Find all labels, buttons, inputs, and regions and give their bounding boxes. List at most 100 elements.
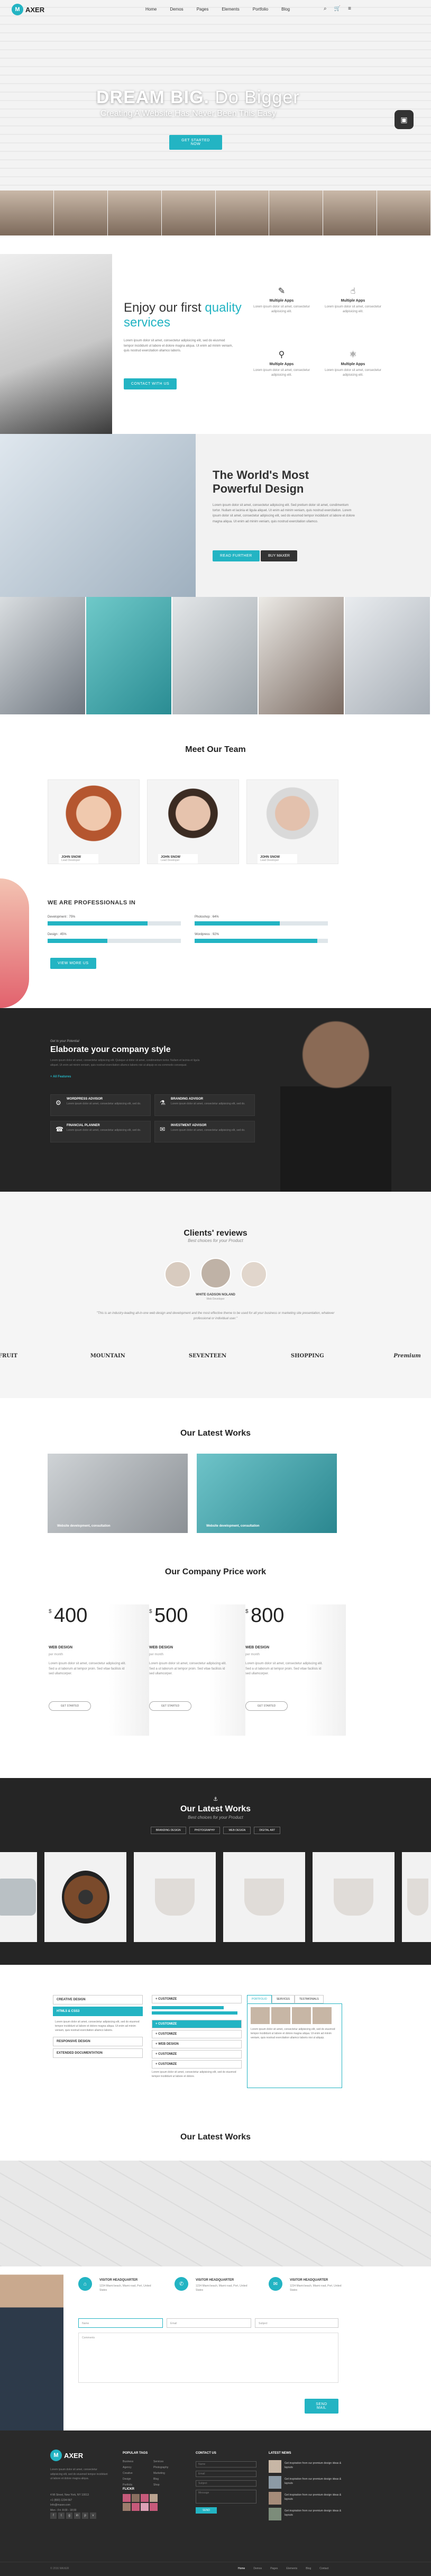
footer-link[interactable]: Shop	[153, 2482, 168, 2488]
flickr-thumb[interactable]	[141, 2494, 149, 2502]
footer-link[interactable]: Agency	[123, 2465, 133, 2471]
avatar[interactable]	[240, 1261, 267, 1287]
vimeo-icon[interactable]: v	[90, 2512, 96, 2519]
cart-icon[interactable]: 🛒	[334, 6, 341, 12]
flickr-thumb[interactable]	[150, 2494, 158, 2502]
footer-menu-item[interactable]: Home	[238, 2567, 245, 2570]
team-card[interactable]: JOHN SNOW Lead Developer	[246, 779, 338, 864]
get-started-button[interactable]: GET STARTED	[149, 1701, 191, 1711]
gallery-photo[interactable]	[259, 597, 345, 714]
news-item[interactable]: Get inspiration from our premium design …	[269, 2508, 348, 2521]
get-started-button[interactable]: GET STARTED NOW	[169, 135, 222, 150]
filter-photography[interactable]: PHOTOGRAPHY	[189, 1827, 221, 1834]
news-item[interactable]: Get inspiration from our premium design …	[269, 2476, 348, 2490]
tab-portfolio[interactable]: PORTFOLIO	[247, 1995, 272, 2003]
team-card[interactable]: JOHN SNOW Lead Developer	[48, 779, 140, 864]
gallery-photo[interactable]	[345, 597, 431, 714]
flickr-thumb[interactable]	[132, 2494, 140, 2502]
facebook-icon[interactable]: f	[50, 2512, 57, 2519]
footer-menu-item[interactable]: Demos	[253, 2567, 262, 2570]
news-item[interactable]: Get inspiration from our premium design …	[269, 2492, 348, 2506]
filter-digital-art[interactable]: DIGITAL ART	[254, 1827, 281, 1834]
accordion-item[interactable]: RESPONSIVE DESIGN	[53, 2037, 143, 2046]
work-item[interactable]: Website development, consultation	[48, 1454, 188, 1533]
product-item[interactable]	[44, 1852, 126, 1942]
news-item[interactable]: Get inspiration from our premium design …	[269, 2460, 348, 2474]
footer-link[interactable]: Photography	[153, 2465, 168, 2471]
footer-menu-item[interactable]: Elements	[286, 2567, 297, 2570]
all-features-link[interactable]: + All Features	[50, 1075, 71, 1078]
product-item[interactable]	[223, 1852, 305, 1942]
footer-link[interactable]: Blog	[153, 2477, 168, 2482]
tab-services[interactable]: SERVICES	[271, 1995, 295, 2003]
contact-us-button[interactable]: CONTACT WITH US	[124, 378, 177, 389]
footer-link[interactable]: Creative	[123, 2471, 133, 2477]
toggle-item[interactable]: + WEB DESIGN	[152, 2040, 242, 2048]
menu-item-blog[interactable]: Blog	[281, 7, 290, 12]
flickr-thumb[interactable]	[141, 2503, 149, 2511]
product-item[interactable]	[0, 1852, 37, 1942]
footer-link[interactable]: Design	[123, 2477, 133, 2482]
menu-item-elements[interactable]: Elements	[222, 7, 239, 12]
work-item[interactable]: Website development, consultation	[197, 1454, 337, 1533]
accordion-item-open[interactable]: HTML5 & CSS3	[53, 2007, 143, 2016]
hero-badge-icon[interactable]: ▣	[395, 110, 414, 129]
filter-branding[interactable]: BRANDING DESIGN	[150, 1827, 186, 1834]
view-more-button[interactable]: VIEW MORE US	[50, 958, 96, 969]
gallery-photo[interactable]	[0, 597, 86, 714]
gallery-photo[interactable]	[172, 597, 259, 714]
footer-name-field[interactable]: Name	[196, 2461, 256, 2468]
footer-message-field[interactable]: Message	[196, 2490, 256, 2504]
toggle-item[interactable]: + CUSTOMIZE	[152, 1995, 242, 2003]
avatar[interactable]	[200, 1258, 231, 1289]
get-started-button[interactable]: GET STARTED	[245, 1701, 288, 1711]
team-card[interactable]: JOHN SNOW Lead Developer	[147, 779, 239, 864]
product-item[interactable]	[134, 1852, 216, 1942]
read-further-button[interactable]: READ FURTHER	[213, 550, 260, 561]
flickr-thumb[interactable]	[123, 2503, 131, 2511]
footer-logo[interactable]: M AXER	[50, 2450, 83, 2461]
toggle-item[interactable]: + CUSTOMIZE	[152, 2050, 242, 2058]
accordion-item[interactable]: EXTENDED DOCUMENTATION	[53, 2048, 143, 2058]
menu-item-pages[interactable]: Pages	[197, 7, 209, 12]
subject-field[interactable]: Subject	[255, 2318, 338, 2328]
footer-menu-item[interactable]: Contact	[319, 2567, 328, 2570]
footer-link[interactable]: Services	[153, 2459, 168, 2465]
product-item[interactable]	[402, 1852, 431, 1942]
toggle-item-active[interactable]: + CUSTOMIZE	[152, 2020, 242, 2028]
send-mail-button[interactable]: SEND MAIL	[305, 2399, 338, 2414]
menu-item-portfolio[interactable]: Portfolio	[253, 7, 268, 12]
service-box[interactable]: ✉ INVESTMENT ADVISOR Lorem ipsum dolor si…	[154, 1121, 255, 1142]
get-started-button[interactable]: GET STARTED	[49, 1701, 91, 1711]
email-field[interactable]: Email	[167, 2318, 251, 2328]
search-icon[interactable]: ⌕	[324, 6, 327, 12]
service-box[interactable]: ⚙ WORDPRESS ADVISOR Lorem ipsum dolor sit…	[50, 1094, 151, 1116]
footer-send-button[interactable]: SEND	[196, 2507, 217, 2514]
footer-link[interactable]: Marketing	[153, 2471, 168, 2477]
buy-button[interactable]: BUY MAXER	[261, 550, 298, 561]
linkedin-icon[interactable]: in	[74, 2512, 80, 2519]
filter-web-design[interactable]: WEB DESIGN	[223, 1827, 251, 1834]
map[interactable]	[0, 2161, 431, 2266]
footer-menu-item[interactable]: Pages	[270, 2567, 278, 2570]
menu-icon[interactable]: ≡	[348, 6, 351, 12]
footer-link[interactable]: Business	[123, 2459, 133, 2465]
service-box[interactable]: ⚗ BRANDING ADVISOR Lorem ipsum dolor sit …	[154, 1094, 255, 1116]
flickr-thumb[interactable]	[132, 2503, 140, 2511]
toggle-item[interactable]: + CUSTOMIZE	[152, 2030, 242, 2038]
twitter-icon[interactable]: t	[58, 2512, 65, 2519]
avatar[interactable]	[164, 1261, 191, 1287]
tab-testimonials[interactable]: TESTIMONIALS	[295, 1995, 324, 2003]
footer-email-field[interactable]: Email	[196, 2471, 256, 2477]
service-box[interactable]: ☎ FINANCIAL PLANNER Lorem ipsum dolor sit…	[50, 1121, 151, 1142]
flickr-thumb[interactable]	[123, 2494, 131, 2502]
name-field[interactable]: Name	[78, 2318, 163, 2328]
menu-item-demos[interactable]: Demos	[170, 7, 183, 12]
google-icon[interactable]: g	[66, 2512, 72, 2519]
gallery-photo[interactable]	[86, 597, 172, 714]
menu-item-home[interactable]: Home	[145, 7, 157, 12]
pinterest-icon[interactable]: p	[82, 2512, 88, 2519]
footer-menu-item[interactable]: Blog	[306, 2567, 311, 2570]
accordion-item[interactable]: CREATIVE DESIGN	[53, 1995, 143, 2004]
toggle-item[interactable]: + CUSTOMIZE	[152, 2060, 242, 2069]
